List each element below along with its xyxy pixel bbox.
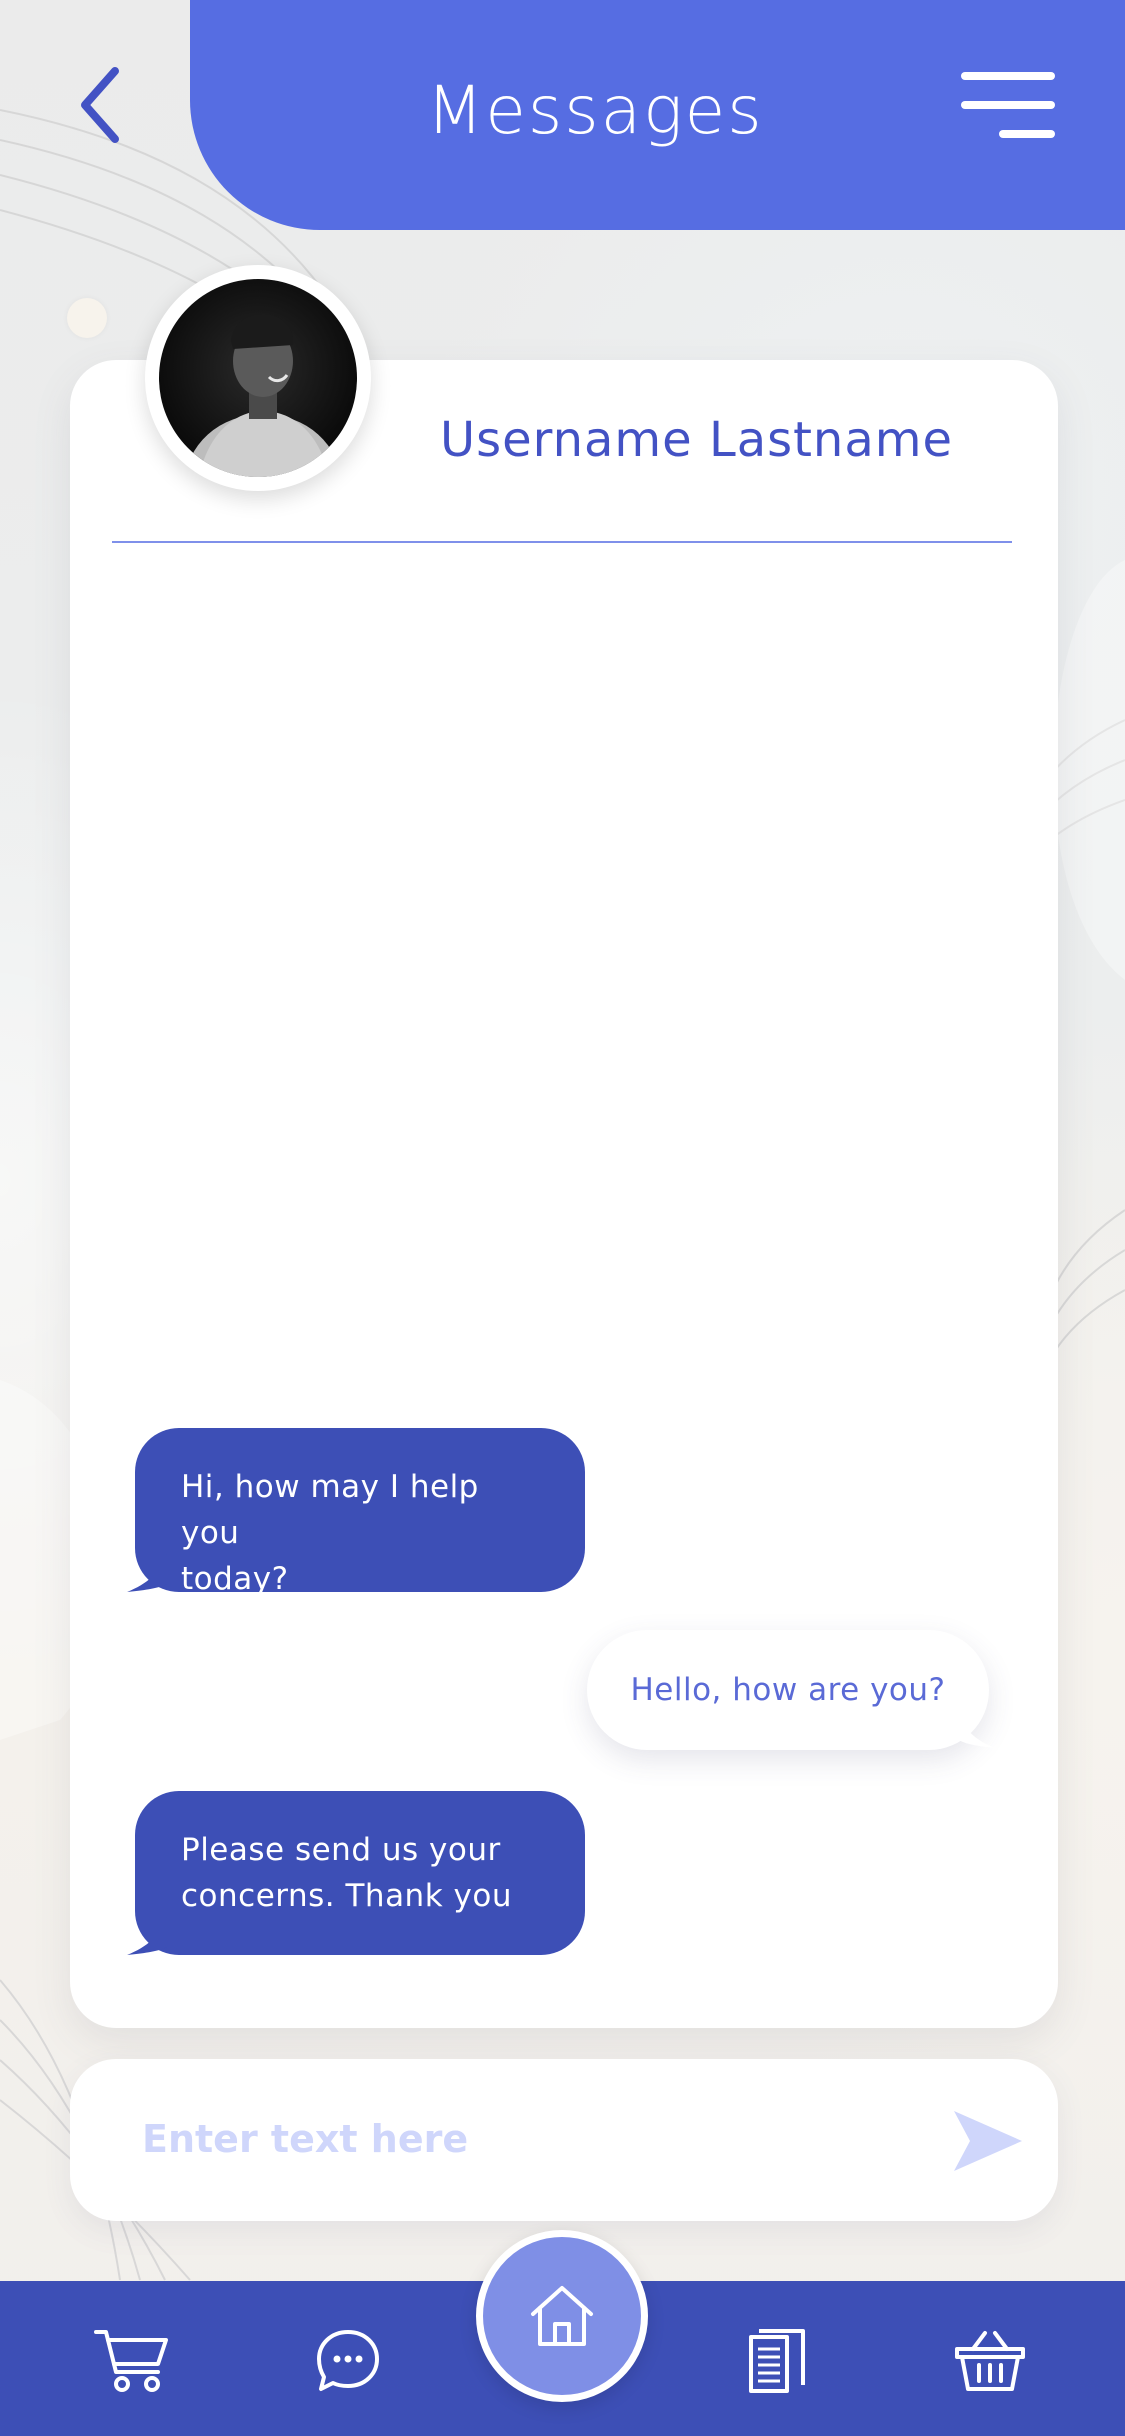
message-text: Hi, how may I help you today? (181, 1469, 479, 1597)
incoming-message: Hi, how may I help you today? (127, 1428, 585, 1597)
cart-icon (94, 2330, 168, 2392)
nav-cart[interactable] (82, 2313, 182, 2409)
page-title: Messages (426, 71, 764, 149)
hamburger-line (999, 130, 1055, 138)
hamburger-menu-icon (961, 72, 1055, 80)
back-button[interactable] (60, 55, 140, 155)
message-text: Hello, how are you? (630, 1672, 946, 1708)
avatar[interactable] (145, 265, 371, 491)
chat-bubble-icon (317, 2330, 379, 2391)
nav-documents[interactable] (727, 2313, 827, 2409)
hamburger-line (961, 101, 1055, 109)
bubble-tail (959, 1714, 995, 1748)
person-silhouette-icon (185, 314, 341, 477)
basket-icon (955, 2331, 1025, 2391)
nav-basket[interactable] (940, 2313, 1040, 2409)
contact-name: Username Lastname (440, 412, 954, 468)
avatar-photo (159, 279, 357, 477)
nav-home[interactable] (476, 2230, 648, 2402)
message-composer (70, 2059, 1058, 2221)
incoming-message: Please send us your concerns. Thank you (127, 1791, 585, 1955)
documents-icon (749, 2329, 805, 2393)
bubble-tail (127, 1554, 167, 1592)
message-text: Please send us your concerns. Thank you (181, 1832, 512, 1914)
nav-messages[interactable] (298, 2313, 398, 2409)
chat-card (70, 360, 1058, 2028)
message-input[interactable] (142, 2099, 902, 2179)
decorative-dot (67, 298, 107, 338)
divider (112, 541, 1012, 543)
bubble-tail (127, 1917, 167, 1955)
outgoing-message: Hello, how are you? (587, 1630, 995, 1750)
home-icon (531, 2286, 593, 2346)
send-button[interactable] (946, 2101, 1030, 2181)
send-arrow-icon (954, 2111, 1022, 2171)
chevron-left-icon (81, 67, 119, 143)
menu-button[interactable] (945, 60, 1055, 150)
